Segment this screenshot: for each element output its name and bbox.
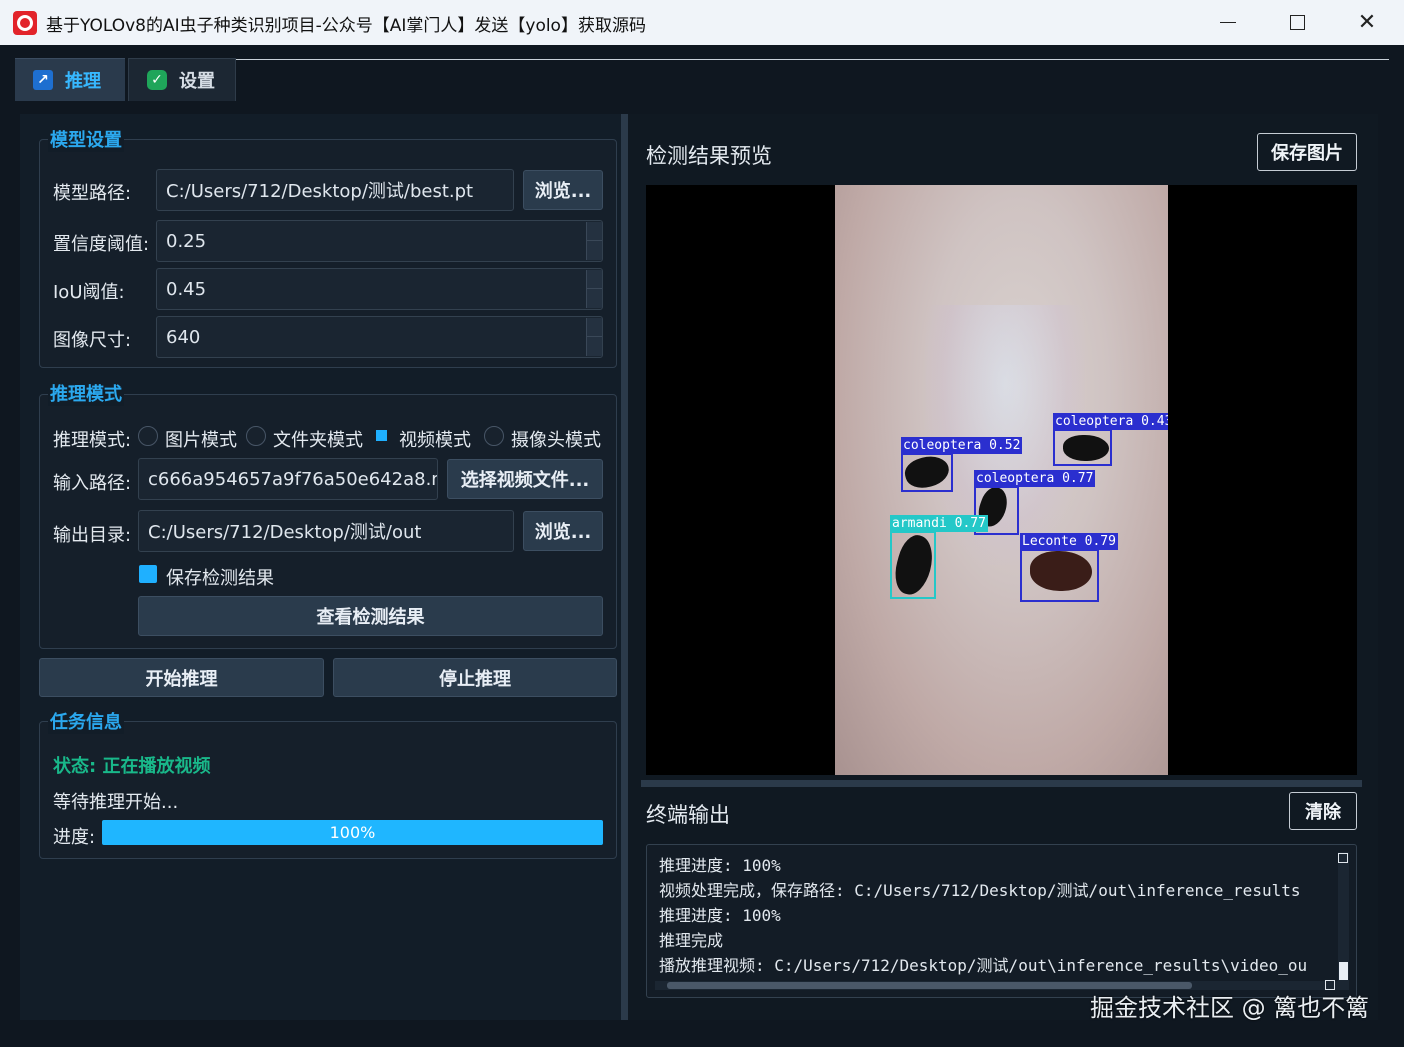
radio-image-mode-label[interactable]: 图片模式 xyxy=(165,426,237,452)
detection-box: coleoptera 0.43 xyxy=(1053,413,1168,466)
watermark: 掘金技术社区 @ 篱也不篱 xyxy=(1090,994,1370,1022)
output-browse-button[interactable]: 浏览... xyxy=(523,511,603,551)
iou-value: 0.45 xyxy=(166,278,207,300)
progress-label: 进度: xyxy=(53,827,96,848)
terminal-line: 推理进度: 100% xyxy=(659,906,781,925)
model-path-label: 模型路径: xyxy=(53,183,132,204)
terminal-output[interactable]: 推理进度: 100% 视频处理完成，保存路径: C:/Users/712/Des… xyxy=(646,844,1357,998)
input-path-input[interactable]: c666a954657a9f76a50e642a8.mp4 xyxy=(138,458,438,500)
save-results-label[interactable]: 保存检测结果 xyxy=(166,564,274,590)
tab-settings-label: 设置 xyxy=(179,71,215,92)
confidence-label: 置信度阈值: xyxy=(53,234,150,255)
window-title: 基于YOLOv8的AI虫子种类识别项目-公众号【AI掌门人】发送【yolo】获取… xyxy=(46,16,646,36)
image-size-value: 640 xyxy=(166,326,201,348)
detection-label: coleoptera 0.77 xyxy=(974,470,1096,487)
terminal-line: 推理进度: 100% xyxy=(659,856,781,875)
radio-folder-mode-label[interactable]: 文件夹模式 xyxy=(273,426,363,452)
select-video-button[interactable]: 选择视频文件... xyxy=(447,459,603,499)
terminal-line: 推理完成 xyxy=(659,931,724,950)
image-size-label: 图像尺寸: xyxy=(53,330,132,351)
terminal-vertical-scrollbar[interactable] xyxy=(1338,852,1349,990)
terminal-line: 视频处理完成，保存路径: C:/Users/712/Desktop/测试/out… xyxy=(659,881,1301,900)
iou-label: IoU阈值: xyxy=(53,282,125,303)
maximize-button[interactable] xyxy=(1262,0,1332,45)
output-dir-input[interactable]: C:/Users/712/Desktop/测试/out xyxy=(138,510,514,552)
detection-box: Leconte 0.79 xyxy=(1020,533,1118,602)
stop-inference-button[interactable]: 停止推理 xyxy=(333,658,617,697)
image-size-spinbox[interactable]: 640 xyxy=(156,316,603,358)
close-icon: ✕ xyxy=(1357,10,1377,35)
task-info-title: 任务信息 xyxy=(48,708,124,734)
preview-title: 检测结果预览 xyxy=(646,144,772,168)
status-text: 状态: 正在播放视频 xyxy=(53,756,211,777)
preview-terminal-splitter[interactable] xyxy=(641,780,1362,787)
radio-camera-mode-label[interactable]: 摄像头模式 xyxy=(511,426,601,452)
scroll-up-arrow[interactable] xyxy=(1338,853,1348,863)
confidence-stepper[interactable] xyxy=(586,222,602,260)
radio-image-mode[interactable] xyxy=(138,426,158,446)
radio-video-mode-label[interactable]: 视频模式 xyxy=(399,426,471,452)
output-dir-label: 输出目录: xyxy=(53,525,132,546)
close-button[interactable]: ✕ xyxy=(1332,0,1402,45)
detection-label: Leconte 0.79 xyxy=(1020,533,1118,550)
clear-button[interactable]: 清除 xyxy=(1289,792,1357,830)
radio-folder-mode[interactable] xyxy=(246,426,266,446)
check-icon: ✓ xyxy=(147,70,167,90)
view-results-button[interactable]: 查看检测结果 xyxy=(138,596,603,636)
radio-video-mode[interactable] xyxy=(372,426,392,446)
detection-label: coleoptera 0.52 xyxy=(901,437,1023,454)
confidence-value: 0.25 xyxy=(166,230,207,252)
app-window: 基于YOLOv8的AI虫子种类识别项目-公众号【AI掌门人】发送【yolo】获取… xyxy=(0,0,1404,1047)
detection-box: armandi 0.77 xyxy=(890,515,988,599)
title-bar: 基于YOLOv8的AI虫子种类识别项目-公众号【AI掌门人】发送【yolo】获取… xyxy=(0,0,1404,45)
tab-settings[interactable]: ✓ 设置 xyxy=(128,58,236,101)
terminal-title: 终端输出 xyxy=(646,803,730,827)
model-browse-button[interactable]: 浏览... xyxy=(523,170,603,210)
progress-bar: 100% xyxy=(102,820,603,845)
iou-stepper[interactable] xyxy=(586,270,602,308)
detection-label: armandi 0.77 xyxy=(890,515,988,532)
iou-spinbox[interactable]: 0.45 xyxy=(156,268,603,310)
minimize-icon xyxy=(1220,21,1236,24)
mode-label: 推理模式: xyxy=(53,430,132,451)
radio-camera-mode[interactable] xyxy=(484,426,504,446)
chart-icon: ↗ xyxy=(33,70,53,90)
status-message: 等待推理开始... xyxy=(53,792,179,813)
detection-label: coleoptera 0.43 xyxy=(1053,413,1168,430)
tab-inference[interactable]: ↗ 推理 xyxy=(15,58,125,101)
save-results-checkbox[interactable] xyxy=(139,565,157,583)
terminal-line: 播放推理视频: C:/Users/712/Desktop/测试/out\infe… xyxy=(659,956,1308,975)
app-logo-icon xyxy=(13,11,37,35)
preview-image: coleoptera 0.43 coleoptera 0.52 coleopte… xyxy=(835,185,1168,775)
progress-text: 100% xyxy=(329,823,376,842)
image-size-stepper[interactable] xyxy=(586,318,602,356)
tab-inference-label: 推理 xyxy=(65,71,101,92)
detection-box: coleoptera 0.52 xyxy=(901,437,1023,492)
scrollbar-thumb[interactable] xyxy=(1339,962,1348,980)
inference-mode-title: 推理模式 xyxy=(48,380,124,406)
maximize-icon xyxy=(1289,15,1305,30)
model-path-input[interactable]: C:/Users/712/Desktop/测试/best.pt xyxy=(156,169,514,211)
minimize-button[interactable] xyxy=(1193,0,1263,45)
save-image-button[interactable]: 保存图片 xyxy=(1257,133,1357,171)
tab-bar-line xyxy=(236,59,1389,60)
model-settings-title: 模型设置 xyxy=(48,126,124,152)
confidence-spinbox[interactable]: 0.25 xyxy=(156,220,603,262)
input-path-label: 输入路径: xyxy=(53,473,132,494)
panel-splitter[interactable] xyxy=(621,114,628,1020)
start-inference-button[interactable]: 开始推理 xyxy=(39,658,324,697)
